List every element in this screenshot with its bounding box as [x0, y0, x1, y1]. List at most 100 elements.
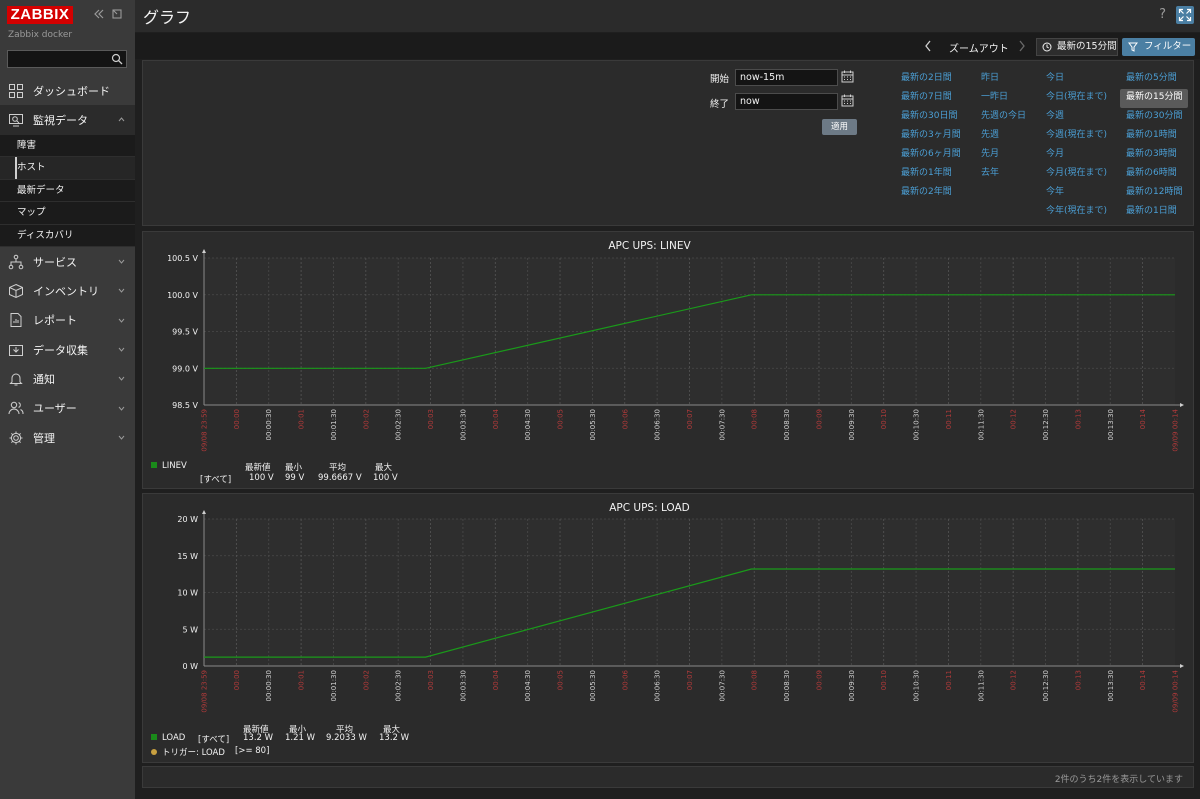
- quick-range-link[interactable]: 最新の1日間: [1126, 203, 1188, 222]
- quick-range-link[interactable]: 去年: [981, 165, 1026, 184]
- x-tick-label: 00:08:30: [783, 409, 791, 440]
- zoom-out-button[interactable]: ズームアウト: [949, 40, 1009, 55]
- chevron-down-icon: [118, 318, 125, 323]
- quick-range-link[interactable]: 先週: [981, 127, 1026, 146]
- tab-filter[interactable]: フィルター: [1122, 38, 1195, 56]
- time-controls-bar: ズームアウト 最新の15分間 フィルター: [135, 33, 1200, 59]
- x-tick-label: 09/09 00:14: [1172, 408, 1180, 451]
- quick-range-link[interactable]: 今月: [1046, 146, 1107, 165]
- calendar-icon[interactable]: [841, 70, 854, 83]
- legend-header-max: 最大: [375, 463, 393, 473]
- x-tick-label: 00:04:30: [524, 670, 532, 701]
- y-tick-label: 0 W: [182, 662, 198, 671]
- quick-range-link[interactable]: 最新の5分間: [1126, 70, 1188, 89]
- zabbix-logo[interactable]: ZABBIX: [7, 6, 73, 24]
- quick-range-link[interactable]: 今月(現在まで): [1046, 165, 1107, 184]
- quick-range-link[interactable]: 最新の2年間: [901, 184, 961, 203]
- from-input[interactable]: [735, 69, 838, 86]
- x-tick-label: 00:09:30: [848, 409, 856, 440]
- clock-icon: [1042, 42, 1052, 52]
- x-tick-label: 00:11:30: [977, 409, 985, 440]
- submenu-item-problems[interactable]: 障害: [0, 135, 135, 158]
- tab-time-range[interactable]: 最新の15分間: [1036, 38, 1118, 56]
- submenu-item-latest-data[interactable]: 最新データ: [0, 180, 135, 203]
- legend-header-min: 最小: [285, 463, 303, 473]
- menu-item-reports[interactable]: レポート: [0, 306, 135, 335]
- y-tick-label: 99.0 V: [172, 364, 198, 373]
- time-filter-panel: 開始 終了 適用 最新の2日間 最新の7日間 最新の30日間 最新の3ヶ月間 最…: [142, 60, 1194, 226]
- filter-icon: [1128, 42, 1138, 52]
- kiosk-mode-button[interactable]: [1176, 6, 1194, 24]
- menu-item-label: 管理: [33, 431, 55, 445]
- quick-range-link[interactable]: 最新の7日間: [901, 89, 961, 108]
- calendar-icon[interactable]: [841, 94, 854, 107]
- quick-range-link[interactable]: 今日(現在まで): [1046, 89, 1107, 108]
- x-tick-label: 09/08 23:59: [201, 670, 209, 713]
- menu-item-administration[interactable]: 管理: [0, 423, 135, 452]
- quick-range-link[interactable]: 今日: [1046, 70, 1107, 89]
- submenu-item-maps[interactable]: マップ: [0, 202, 135, 225]
- quick-range-link[interactable]: 今年: [1046, 184, 1107, 203]
- quick-range-link[interactable]: 最新の1時間: [1126, 127, 1188, 146]
- quick-ranges-col-4: 最新の5分間 最新の15分間 最新の30分間 最新の1時間 最新の3時間 最新の…: [1120, 70, 1189, 222]
- chart-title: APC UPS: LINEV: [608, 240, 691, 252]
- to-input[interactable]: [735, 93, 838, 110]
- quick-range-link[interactable]: 最新の2日間: [901, 70, 961, 89]
- x-tick-label: 00:05:30: [589, 670, 597, 701]
- trigger-label: トリガー: LOAD: [162, 748, 225, 758]
- x-tick-label: 00:03: [427, 409, 435, 429]
- help-button[interactable]: ?: [1159, 7, 1166, 22]
- sidebar-search-input[interactable]: [7, 50, 127, 68]
- search-icon[interactable]: [111, 53, 123, 65]
- menu-item-users[interactable]: ユーザー: [0, 394, 135, 423]
- chevron-down-icon: [118, 376, 125, 382]
- menu-item-label: データ収集: [33, 343, 88, 357]
- x-tick-label: 00:03:30: [459, 409, 467, 440]
- graph-panel-load: APC UPS: LOAD 0 W 5 W 10 W 15 W 20 W 09/08 23:…: [142, 493, 1194, 763]
- x-tick-label: 00:07:30: [718, 670, 726, 701]
- menu-item-monitoring[interactable]: 監視データ: [0, 105, 135, 135]
- quick-range-link[interactable]: 最新の6ヶ月間: [901, 146, 961, 165]
- quick-range-link[interactable]: 最新の30分間: [1126, 108, 1188, 127]
- x-tick-label: 00:11: [945, 670, 953, 690]
- page-title: グラフ: [143, 8, 192, 27]
- legend-func: [すべて]: [200, 475, 232, 485]
- to-label: 終了: [710, 99, 730, 110]
- quick-range-link[interactable]: 最新の3ヶ月間: [901, 127, 961, 146]
- linev-chart[interactable]: APC UPS: LINEV 98.5 V 99.0 V 99.5 V 100.0 V 1…: [143, 232, 1195, 490]
- collapse-sidebar-icon[interactable]: [93, 8, 105, 20]
- quick-range-link[interactable]: 今年(現在まで): [1046, 203, 1107, 222]
- quick-range-link[interactable]: 最新の30日間: [901, 108, 961, 127]
- quick-range-link[interactable]: 一昨日: [981, 89, 1026, 108]
- submenu-item-discovery[interactable]: ディスカバリ: [0, 225, 135, 248]
- menu-item-data-collection[interactable]: データ収集: [0, 335, 135, 364]
- menu-item-label: 監視データ: [33, 113, 88, 127]
- quick-range-link[interactable]: 昨日: [981, 70, 1026, 89]
- quick-range-link[interactable]: 今週(現在まで): [1046, 127, 1107, 146]
- chevron-left-icon[interactable]: [924, 40, 932, 52]
- quick-range-link[interactable]: 今週: [1046, 108, 1107, 127]
- menu-item-inventory[interactable]: インベントリ: [0, 276, 135, 305]
- x-tick-label: 00:03:30: [459, 670, 467, 701]
- quick-range-link[interactable]: 最新の1年間: [901, 165, 961, 184]
- x-tick-label: 00:11: [945, 409, 953, 429]
- y-tick-label: 99.5 V: [172, 328, 198, 337]
- quick-range-link[interactable]: 最新の3時間: [1126, 146, 1188, 165]
- quick-ranges-col-3: 今日 今日(現在まで) 今週 今週(現在まで) 今月 今月(現在まで) 今年 今…: [1046, 70, 1107, 222]
- menu-item-dashboard[interactable]: ダッシュボード: [0, 76, 135, 105]
- submenu-item-hosts[interactable]: ホスト: [0, 157, 135, 180]
- menu-item-services[interactable]: サービス: [0, 247, 135, 276]
- menu-item-alerts[interactable]: 通知: [0, 364, 135, 393]
- quick-range-selected[interactable]: 最新の15分間: [1120, 89, 1189, 108]
- compact-view-icon[interactable]: [111, 8, 123, 20]
- sidebar: ZABBIX Zabbix docker ダッシュボード 監視データ 障害 ホス…: [0, 0, 135, 799]
- quick-range-link[interactable]: 最新の6時間: [1126, 165, 1188, 184]
- apply-button[interactable]: 適用: [822, 119, 857, 135]
- quick-range-link[interactable]: 最新の12時間: [1126, 184, 1188, 203]
- quick-range-link[interactable]: 先月: [981, 146, 1026, 165]
- x-tick-label: 00:06:30: [654, 670, 662, 701]
- chevron-right-icon[interactable]: [1018, 40, 1026, 52]
- quick-range-link[interactable]: 先週の今日: [981, 108, 1026, 127]
- y-tick-label: 5 W: [182, 625, 198, 634]
- x-tick-label: 00:03: [427, 670, 435, 690]
